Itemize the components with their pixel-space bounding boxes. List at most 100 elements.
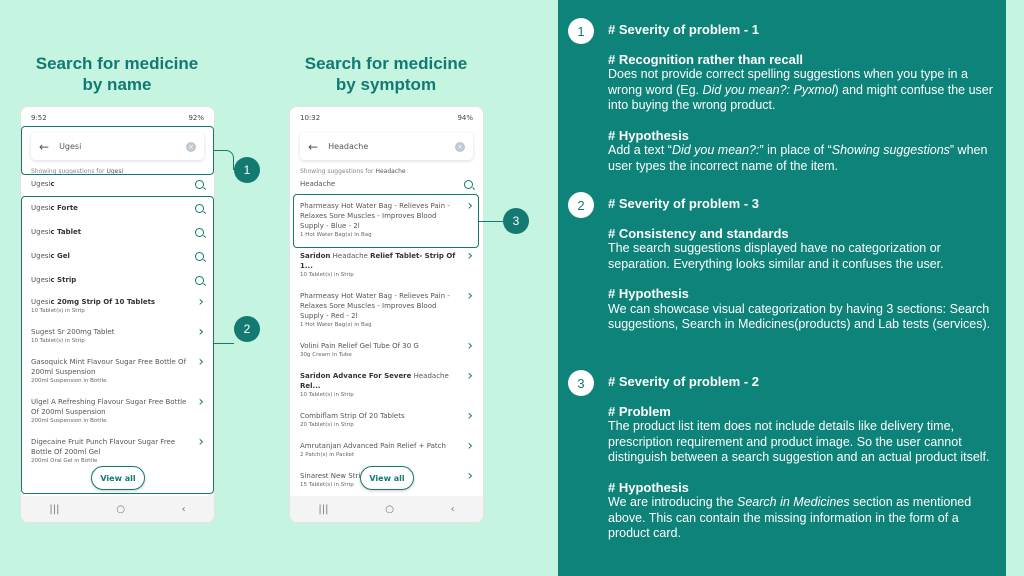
- text-segment: ” in place of “: [759, 143, 832, 157]
- search-query: Headache: [328, 142, 369, 151]
- findings-panel: 1 # Severity of problem - 1 # Recognition …: [558, 0, 1006, 576]
- chevron-right-icon[interactable]: ›: [467, 289, 473, 303]
- suggestion-text: Ugesic: [31, 179, 55, 189]
- suggestion-text: Headache: [300, 179, 335, 189]
- text-segment: Did you mean?:: [671, 143, 760, 157]
- finding-section-2: # Severity of problem - 3 # Consistency a…: [608, 196, 998, 333]
- highlight-first-product: [293, 194, 479, 248]
- product-info: Amrutanjan Advanced Pain Relief + Patch 2…: [300, 441, 446, 460]
- suggestion-hint: Showing suggestions for Headache: [290, 160, 483, 179]
- text-segment: We are introducing the: [608, 495, 738, 509]
- product-name: Pharmeasy Hot Water Bag - Relieves Pain …: [300, 291, 461, 321]
- connector-3: [479, 221, 503, 222]
- text-segment: Did you mean?: Pyxmol: [702, 82, 835, 97]
- product-item[interactable]: Amrutanjan Advanced Pain Relief + Patch 2…: [290, 436, 483, 466]
- product-pack: 30g Cream in Tube: [300, 352, 352, 358]
- product-pack: 20 Tablet(s) in Strip: [300, 422, 354, 428]
- product-info: Saridon Advance For Severe Headache Rel.…: [300, 371, 461, 400]
- home-icon[interactable]: ○: [116, 504, 125, 515]
- title-by-symptom: Search for medicine by symptom: [304, 54, 468, 94]
- text-segment: Volini Pain Relief Gel Tube Of 30 G: [300, 342, 419, 350]
- block-heading: # Problem: [608, 403, 671, 419]
- product-info: Saridon Headache Relief Tablet- Strip Of…: [300, 251, 461, 280]
- chevron-right-icon[interactable]: ›: [467, 469, 473, 483]
- back-icon[interactable]: ‹: [182, 504, 186, 515]
- back-arrow-icon[interactable]: ←: [308, 140, 318, 154]
- hint-term: Headache: [375, 168, 406, 175]
- block-heading: # Hypothesis: [608, 479, 689, 495]
- text-segment: The product list item does not include d…: [608, 419, 990, 464]
- highlight-suggestion-list: [21, 196, 214, 494]
- search-input[interactable]: ← Headache ×: [300, 133, 473, 160]
- text-segment: Showing suggestions: [831, 143, 950, 157]
- navigation-bar: ||| ○ ‹: [290, 496, 483, 522]
- finding-section-1: # Severity of problem - 1 # Recognition r…: [608, 22, 998, 174]
- text-segment: Saridon Advance For Severe: [300, 372, 412, 380]
- block-heading: # Severity of problem - 2: [608, 374, 759, 389]
- search-icon[interactable]: [464, 180, 473, 189]
- navigation-bar: ||| ○ ‹: [21, 496, 214, 522]
- recents-icon[interactable]: |||: [49, 504, 59, 515]
- text-segment: Headache: [300, 180, 336, 188]
- product-pack: 10 Tablet(s) in Strip: [300, 392, 354, 398]
- product-item[interactable]: Saridon Headache Relief Tablet- Strip Of…: [290, 246, 483, 286]
- section-number-2: 2: [568, 192, 594, 218]
- status-battery: 94%: [457, 114, 473, 122]
- text-segment: Search in Medicines: [737, 495, 850, 509]
- text-segment: Add a text “: [608, 143, 672, 157]
- text-segment: Saridon: [300, 252, 331, 260]
- highlight-search-box: [21, 126, 214, 175]
- product-pack: 2 Patch(s) in Packet: [300, 452, 355, 458]
- product-info: Combiflam Strip Of 20 Tablets 20 Tablet(s…: [300, 411, 405, 430]
- block-heading: # Hypothesis: [608, 286, 689, 301]
- text-segment: Rel...: [300, 382, 321, 390]
- search-icon[interactable]: [195, 180, 204, 189]
- text-segment: c: [50, 180, 55, 188]
- block-heading: # Recognition rather than recall: [608, 51, 804, 67]
- chevron-right-icon[interactable]: ›: [467, 439, 473, 453]
- chevron-right-icon[interactable]: ›: [467, 249, 473, 263]
- product-item[interactable]: Pharmeasy Hot Water Bag - Relieves Pain …: [290, 286, 483, 336]
- status-bar: 10:32 94%: [290, 107, 483, 129]
- text-segment: Combiflam Strip Of 20 Tablets: [300, 412, 405, 420]
- product-pack: 10 Tablet(s) in Strip: [300, 272, 354, 278]
- chevron-right-icon[interactable]: ›: [467, 369, 473, 383]
- block-text: We can showcase visual categorization by…: [608, 302, 998, 333]
- suggestion-item[interactable]: Ugesic: [21, 179, 214, 196]
- text-segment: Headache: [411, 372, 449, 380]
- connector-1: [214, 150, 234, 170]
- badge-3: 3: [503, 208, 529, 234]
- block-heading: # Hypothesis: [608, 127, 689, 143]
- block-text: We are introducing the Search in Medicin…: [608, 495, 998, 542]
- section-number-1: 1: [568, 18, 594, 44]
- product-name: Volini Pain Relief Gel Tube Of 30 G: [300, 341, 419, 351]
- product-name: Combiflam Strip Of 20 Tablets: [300, 411, 405, 421]
- product-item[interactable]: Volini Pain Relief Gel Tube Of 30 G 30g C…: [290, 336, 483, 366]
- title-by-name: Search for medicine by name: [35, 54, 199, 94]
- product-item[interactable]: Saridon Advance For Severe Headache Rel.…: [290, 366, 483, 406]
- block-heading: # Severity of problem - 3: [608, 196, 759, 211]
- block-text: Does not provide correct spelling sugges…: [608, 67, 998, 114]
- chevron-right-icon[interactable]: ›: [467, 339, 473, 353]
- status-time: 9:52: [31, 114, 47, 122]
- product-info: Volini Pain Relief Gel Tube Of 30 G 30g C…: [300, 341, 419, 360]
- clear-icon[interactable]: ×: [455, 141, 465, 152]
- product-item[interactable]: Combiflam Strip Of 20 Tablets 20 Tablet(s…: [290, 406, 483, 436]
- recents-icon[interactable]: |||: [318, 504, 328, 515]
- home-icon[interactable]: ○: [385, 504, 394, 515]
- finding-section-3: # Severity of problem - 2 # Problem The pr…: [608, 374, 998, 542]
- back-icon[interactable]: ‹: [451, 504, 455, 515]
- status-time: 10:32: [300, 114, 321, 122]
- hint-prefix: Showing suggestions for: [300, 168, 374, 175]
- product-info: Pharmeasy Hot Water Bag - Relieves Pain …: [300, 291, 461, 330]
- text-segment: We can showcase visual categorization by…: [608, 301, 991, 332]
- block-heading: # Consistency and standards: [608, 225, 789, 241]
- chevron-right-icon[interactable]: ›: [467, 409, 473, 423]
- view-all-button[interactable]: View all: [360, 466, 414, 490]
- product-pack: 1 Hot Water Bag(s) in Bag: [300, 322, 372, 328]
- phone-search-by-symptom: 10:32 94% ← Headache × Showing suggestions fo…: [289, 106, 484, 523]
- block-text: Add a text “Did you mean?:” in place of …: [608, 143, 998, 174]
